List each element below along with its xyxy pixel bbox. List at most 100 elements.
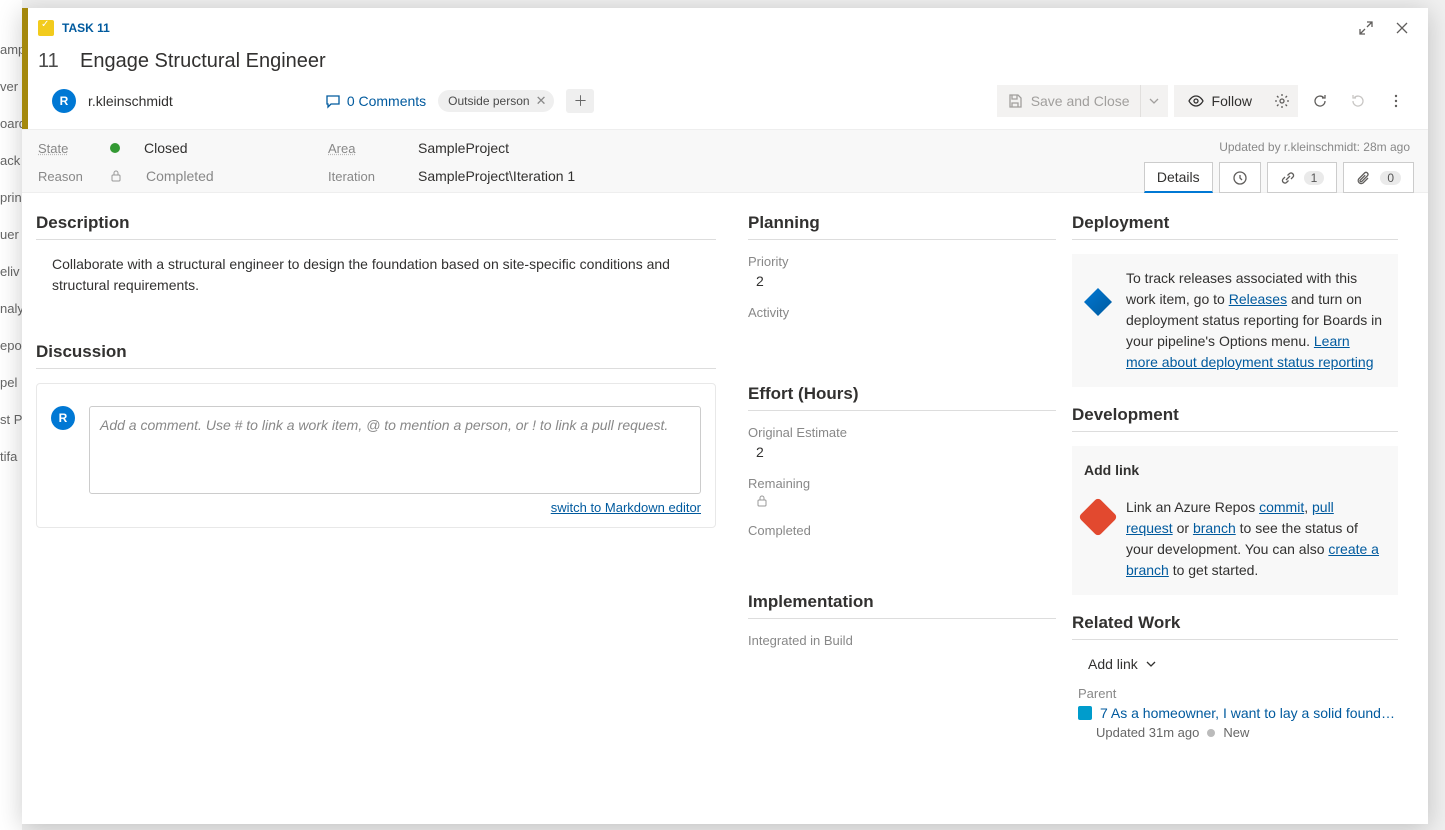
right-column: Deployment To track releases associated …: [1072, 193, 1412, 824]
discussion-box: R Add a comment. Use # to link a work it…: [36, 383, 716, 528]
attachment-icon: [1356, 170, 1372, 186]
revert-button[interactable]: [1342, 85, 1374, 117]
state-dot-icon: [1207, 729, 1215, 737]
releases-link[interactable]: Releases: [1229, 291, 1287, 307]
updated-info[interactable]: Updated by r.kleinschmidt: 28m ago: [1219, 140, 1410, 154]
refresh-icon: [1312, 93, 1328, 109]
task-title[interactable]: Engage Structural Engineer: [80, 50, 326, 73]
history-icon: [1232, 170, 1248, 186]
effort-heading: Effort (Hours): [748, 384, 1056, 411]
parent-work-item-link[interactable]: 7 As a homeowner, I want to lay a solid …: [1072, 705, 1398, 721]
add-tag-button[interactable]: ＋: [566, 89, 594, 113]
iteration-value[interactable]: SampleProject\Iteration 1: [418, 168, 575, 184]
undo-icon: [1350, 93, 1366, 109]
related-add-link-button[interactable]: Add link: [1072, 654, 1398, 674]
follow-settings-button[interactable]: [1266, 85, 1298, 117]
integrated-label: Integrated in Build: [748, 633, 1056, 648]
original-estimate-label: Original Estimate: [748, 425, 1056, 440]
development-heading: Development: [1072, 405, 1398, 432]
priority-value[interactable]: 2: [748, 269, 1056, 299]
description-text[interactable]: Collaborate with a structural engineer t…: [36, 254, 716, 296]
assignee-avatar[interactable]: R: [52, 89, 76, 113]
work-item-dialog: TASK 11 11 Engage Structural Engineer R …: [22, 8, 1428, 824]
tab-details[interactable]: Details: [1144, 162, 1213, 193]
save-and-close-button: Save and Close: [997, 85, 1140, 117]
planning-heading: Planning: [748, 213, 1056, 240]
accent-bar: [22, 8, 28, 136]
toolbar-right: Save and Close Follow: [997, 85, 1412, 117]
header-top-row: TASK 11: [22, 8, 1428, 38]
tab-history[interactable]: [1219, 162, 1261, 193]
assignee-name[interactable]: r.kleinschmidt: [88, 93, 173, 109]
area-label: Area: [328, 141, 376, 156]
remaining-label: Remaining: [748, 476, 1056, 491]
state-label: State: [38, 141, 86, 156]
reason-label: Reason: [38, 169, 86, 184]
tag-remove-icon[interactable]: ✕: [536, 93, 547, 109]
area-value[interactable]: SampleProject: [418, 140, 509, 156]
commit-link[interactable]: commit: [1259, 499, 1304, 515]
activity-label: Activity: [748, 305, 1056, 320]
gear-icon: [1274, 93, 1290, 109]
markdown-editor-link[interactable]: switch to Markdown editor: [551, 500, 701, 515]
comment-icon: [325, 93, 341, 109]
tag-label: Outside person: [448, 94, 529, 108]
refresh-button[interactable]: [1304, 85, 1336, 117]
header-meta-row: R r.kleinschmidt 0 Comments Outside pers…: [22, 79, 1428, 129]
remaining-value[interactable]: [748, 491, 1056, 517]
expand-icon[interactable]: [1356, 18, 1376, 38]
chevron-down-icon: [1149, 98, 1159, 104]
tabs-row: Details 1 0: [1144, 162, 1414, 193]
iteration-label: Iteration: [328, 169, 376, 184]
pbi-icon: [1078, 706, 1092, 720]
close-icon[interactable]: [1392, 18, 1412, 38]
follow-button[interactable]: Follow: [1174, 85, 1266, 117]
dev-text-1: Link an Azure Repos: [1126, 499, 1259, 515]
rocket-icon: [1084, 288, 1112, 316]
related-work-heading: Related Work: [1072, 613, 1398, 640]
tab-attachments[interactable]: 0: [1343, 162, 1414, 193]
activity-value[interactable]: [748, 320, 1056, 350]
branch-link[interactable]: branch: [1193, 520, 1236, 536]
reason-value[interactable]: Completed: [146, 168, 214, 184]
dev-add-link-label[interactable]: Add link: [1084, 460, 1384, 481]
state-value[interactable]: Closed: [144, 140, 188, 156]
parent-label: Parent: [1078, 686, 1398, 701]
header-title-row: 11 Engage Structural Engineer: [22, 38, 1428, 79]
content-area: Description Collaborate with a structura…: [22, 193, 1428, 824]
parent-sub-info: Updated 31m ago New: [1072, 725, 1398, 740]
discussion-heading: Discussion: [36, 342, 716, 369]
eye-icon: [1188, 93, 1204, 109]
save-dropdown-button[interactable]: [1140, 85, 1168, 117]
implementation-heading: Implementation: [748, 592, 1056, 619]
chevron-down-icon: [1146, 661, 1156, 667]
state-indicator-icon: [110, 143, 120, 153]
deployment-panel: To track releases associated with this w…: [1072, 254, 1398, 387]
more-actions-button[interactable]: [1380, 85, 1412, 117]
development-panel: Add link Link an Azure Repos commit, pul…: [1072, 446, 1398, 595]
background-left-nav: amp ver oard ack prin uer eliv naly epo …: [0, 0, 22, 830]
middle-column: Planning Priority 2 Activity Effort (Hou…: [732, 193, 1072, 824]
description-heading: Description: [36, 213, 716, 240]
task-id: 11: [38, 50, 62, 73]
links-count-badge: 1: [1304, 171, 1325, 185]
task-type-icon: [38, 20, 54, 36]
comment-input[interactable]: Add a comment. Use # to link a work item…: [89, 406, 701, 494]
kebab-icon: [1388, 93, 1404, 109]
dev-text-3: to get started.: [1169, 562, 1259, 578]
tag-outside-person[interactable]: Outside person ✕: [438, 90, 554, 112]
completed-value[interactable]: [748, 538, 1056, 568]
info-bar: Updated by r.kleinschmidt: 28m ago State…: [22, 129, 1428, 193]
tab-links[interactable]: 1: [1267, 162, 1338, 193]
left-column: Description Collaborate with a structura…: [22, 193, 732, 824]
comments-count: 0 Comments: [347, 93, 426, 109]
attach-count-badge: 0: [1380, 171, 1401, 185]
link-icon: [1280, 170, 1296, 186]
lock-icon: [110, 170, 122, 182]
discussion-avatar: R: [51, 406, 75, 430]
original-estimate-value[interactable]: 2: [748, 440, 1056, 470]
comments-link[interactable]: 0 Comments: [325, 93, 426, 109]
priority-label: Priority: [748, 254, 1056, 269]
completed-label: Completed: [748, 523, 1056, 538]
task-type-label[interactable]: TASK 11: [62, 21, 110, 35]
